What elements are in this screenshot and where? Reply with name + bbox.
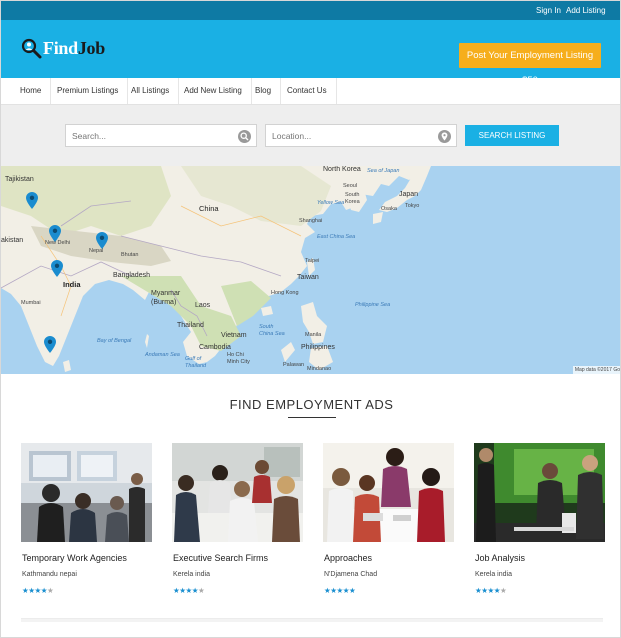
map-label: Andaman Sea	[145, 352, 180, 358]
map-label: Seoul	[343, 183, 358, 189]
logo-text: FindJob	[43, 38, 105, 59]
search-icon[interactable]	[238, 130, 251, 143]
page: Sign In Add Listing FindJob Post Your Em…	[0, 0, 621, 638]
main-nav: Home Premium Listings All Listings Add N…	[1, 78, 620, 105]
star-empty-icon: ★	[499, 586, 507, 595]
map-label: Mumbai	[21, 300, 41, 306]
map-label: Manila	[305, 332, 322, 338]
nav-blog[interactable]: Blog	[246, 78, 282, 104]
star-empty-icon: ★	[197, 586, 205, 595]
search-listing-button[interactable]: SEARCH LISTING	[465, 125, 559, 146]
map-label: Cambodia	[199, 344, 231, 351]
map-label: akistan	[1, 237, 24, 244]
map-label: South China Sea	[259, 324, 285, 337]
listing-photo[interactable]	[21, 443, 152, 542]
map-marker-icon[interactable]	[26, 192, 38, 209]
map-label: Thailand	[177, 322, 204, 329]
listing-title[interactable]: Approaches	[324, 553, 372, 563]
rating-stars: ★★★★★	[173, 586, 205, 595]
nav-all-listings[interactable]: All Listings	[122, 78, 180, 104]
listing-photo[interactable]	[323, 443, 454, 542]
map-label: Japan	[399, 191, 419, 198]
listing-location: N'Djamena Chad	[324, 571, 378, 578]
rating-stars: ★★★★★	[475, 586, 507, 595]
listing-title[interactable]: Job Analysis	[475, 553, 525, 563]
map-land	[1, 166, 431, 372]
listing-photo[interactable]	[172, 443, 303, 542]
star-empty-icon: ★	[46, 586, 54, 595]
location-pin-icon[interactable]	[438, 130, 451, 143]
map-label: Gulf of Thailand	[185, 356, 207, 369]
map-label: Bhutan	[121, 252, 139, 258]
logo-find: Find	[43, 38, 78, 58]
map-label: Palawan	[283, 362, 305, 368]
map-label: Laos	[195, 302, 211, 309]
map-label: Tajikistan	[5, 176, 34, 183]
listing-photo[interactable]	[474, 443, 605, 542]
map-label: Philippine Sea	[355, 302, 391, 308]
map-label: East China Sea	[317, 234, 356, 240]
map-label: Vietnam	[221, 332, 247, 339]
site-header: FindJob Post Your Employment Listing $50	[1, 20, 620, 86]
post-listing-button[interactable]: Post Your Employment Listing $50	[459, 43, 601, 86]
sign-in-link[interactable]: Sign In	[536, 6, 561, 15]
map-label: Shanghai	[299, 218, 323, 224]
nav-contact-us[interactable]: Contact Us	[278, 78, 337, 104]
listing-location: Kathmandu nepai	[22, 571, 77, 578]
footer-divider	[21, 618, 603, 622]
map-label: Myanmar (Burma)	[151, 290, 181, 306]
nav-add-new-listing[interactable]: Add New Listing	[175, 78, 252, 104]
map-label: South Korea	[345, 192, 360, 205]
rating-stars: ★★★★★	[324, 586, 356, 595]
magnifier-person-icon	[21, 38, 42, 59]
map-label: Yellow Sea	[317, 200, 345, 206]
listings-map[interactable]: Tajikistan akistan New Delhi Nepal Bhuta…	[1, 166, 620, 374]
location-field	[265, 124, 457, 147]
map-attribution: Map data ©2017 Go	[572, 366, 620, 374]
listing-title[interactable]: Executive Search Firms	[173, 553, 268, 563]
keyword-field	[65, 124, 257, 147]
nav-home[interactable]: Home	[11, 78, 52, 104]
listing-location: Kerela india	[173, 571, 210, 578]
map-label: Bangladesh	[113, 272, 150, 279]
map-marker-icon[interactable]	[96, 232, 108, 249]
map-label: Hong Kong	[271, 290, 299, 296]
listing-title[interactable]: Temporary Work Agencies	[22, 553, 127, 563]
section-title: FIND EMPLOYMENT ADS	[229, 397, 394, 412]
map-label: Taipei	[305, 258, 320, 264]
site-logo[interactable]: FindJob	[21, 38, 111, 60]
logo-job: Job	[77, 38, 105, 58]
location-input[interactable]	[266, 125, 456, 146]
nav-premium-listings[interactable]: Premium Listings	[48, 78, 129, 104]
map-label: North Korea	[323, 166, 361, 173]
map-marker-icon[interactable]	[51, 260, 63, 277]
map-label: Philippines	[301, 344, 335, 351]
listing-location: Kerela india	[475, 571, 512, 578]
map-marker-icon[interactable]	[44, 336, 56, 353]
add-listing-link[interactable]: Add Listing	[566, 6, 606, 15]
map-label: Bay of Bengal	[97, 338, 132, 344]
rating-stars: ★★★★★	[22, 586, 54, 595]
map-label: India	[63, 280, 81, 289]
map-label: Mindanao	[307, 366, 332, 372]
map-label: Ho Chi Minh City	[227, 352, 250, 365]
map-marker-icon[interactable]	[49, 225, 61, 242]
map-label: China	[199, 204, 219, 213]
star-filled-icon: ★	[348, 586, 356, 595]
map-label: Tokyo	[405, 203, 420, 209]
map-label: Taiwan	[297, 274, 319, 281]
keyword-input[interactable]	[66, 125, 256, 146]
top-bar: Sign In Add Listing	[1, 1, 620, 20]
map-label: Osaka	[381, 206, 397, 212]
title-underline	[288, 417, 336, 418]
map-label: Sea of Japan	[367, 168, 400, 174]
